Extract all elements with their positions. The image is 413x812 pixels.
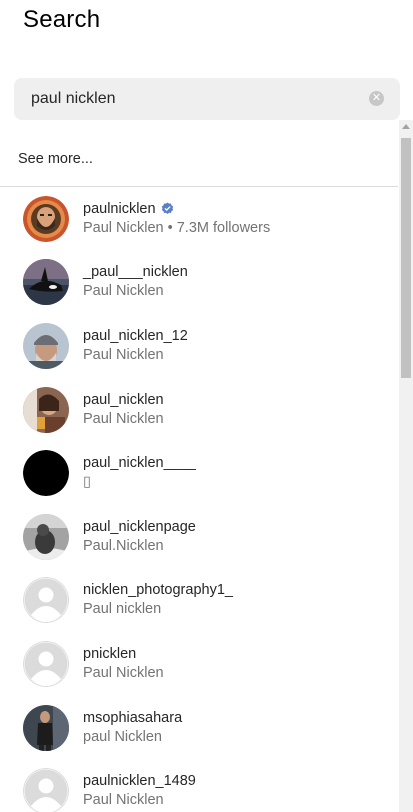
result-text: paul_nicklen_12 Paul Nicklen	[83, 327, 188, 365]
clear-search-icon[interactable]: ✕	[369, 91, 384, 106]
search-result-row[interactable]: paul_nicklen Paul Nicklen	[0, 378, 398, 442]
result-username: paul_nicklenpage	[83, 518, 196, 536]
search-result-row[interactable]: pnicklen Paul Nicklen	[0, 632, 398, 696]
avatar[interactable]	[23, 577, 69, 624]
username-label: nicklen_photography1_	[83, 582, 233, 599]
result-text: paulnicklen_1489 Paul Nicklen	[83, 772, 196, 810]
scroll-thumb[interactable]	[401, 138, 411, 378]
result-text: msophiasahara paul Nicklen	[83, 709, 182, 747]
username-label: paulnicklen	[83, 200, 156, 217]
result-text: paulnicklen Paul Nicklen • 7.3M followers	[83, 200, 270, 238]
result-subtitle: Paul Nicklen	[83, 283, 164, 300]
username-label: paul_nicklen	[83, 391, 164, 408]
result-subtitle: paul Nicklen	[83, 728, 162, 745]
avatar[interactable]	[23, 386, 69, 433]
page-title: Search	[23, 6, 101, 33]
avatar[interactable]	[23, 704, 69, 751]
search-result-row[interactable]: paul_nicklen____ ▯	[0, 441, 398, 505]
result-username: paul_nicklen_12	[83, 327, 188, 345]
result-text: paul_nicklen Paul Nicklen	[83, 391, 164, 429]
result-username: pnicklen	[83, 645, 164, 663]
search-result-row[interactable]: paulnicklen_1489 Paul Nicklen	[0, 759, 398, 812]
avatar[interactable]	[23, 322, 69, 369]
avatar[interactable]	[23, 450, 69, 497]
result-subtitle: Paul Nicklen • 7.3M followers	[83, 219, 271, 236]
username-label: paulnicklen_1489	[83, 773, 196, 790]
avatar[interactable]	[23, 768, 69, 812]
result-list: paulnicklen Paul Nicklen • 7.3M followers…	[0, 187, 398, 812]
avatar[interactable]	[23, 195, 69, 242]
search-box[interactable]: ✕	[14, 78, 400, 120]
username-label: pnicklen	[83, 645, 137, 662]
result-text: pnicklen Paul Nicklen	[83, 645, 164, 683]
search-results-panel: See more... paulnicklen Paul Nicklen • 7.…	[0, 120, 398, 812]
avatar[interactable]	[23, 640, 69, 687]
scroll-up-arrow-icon[interactable]	[402, 124, 410, 129]
search-result-row[interactable]: paul_nicklenpage Paul.Nicklen	[0, 505, 398, 569]
result-subtitle: Paul.Nicklen	[83, 537, 164, 554]
username-label: msophiasahara	[83, 709, 183, 726]
search-result-row[interactable]: paulnicklen Paul Nicklen • 7.3M followers	[0, 187, 398, 251]
result-username: _paul___nicklen	[83, 263, 188, 281]
username-label: paul_nicklen____	[83, 455, 196, 472]
result-text: _paul___nicklen Paul Nicklen	[83, 263, 188, 301]
result-username: paulnicklen	[83, 200, 270, 218]
username-label: paul_nicklen_12	[83, 327, 188, 344]
username-label: paul_nicklenpage	[83, 518, 196, 535]
search-result-row[interactable]: msophiasahara paul Nicklen	[0, 696, 398, 760]
search-result-row[interactable]: nicklen_photography1_ Paul nicklen	[0, 569, 398, 633]
result-subtitle: ▯	[83, 474, 91, 491]
avatar[interactable]	[23, 513, 69, 560]
result-subtitle: Paul nicklen	[83, 601, 162, 618]
search-result-row[interactable]: paul_nicklen_12 Paul Nicklen	[0, 314, 398, 378]
avatar[interactable]	[23, 259, 69, 306]
result-text: paul_nicklenpage Paul.Nicklen	[83, 518, 196, 556]
result-username: paul_nicklen____	[83, 454, 196, 472]
result-subtitle: Paul Nicklen	[83, 664, 164, 681]
result-subtitle: Paul Nicklen	[83, 410, 164, 427]
result-text: nicklen_photography1_ Paul nicklen	[83, 581, 233, 619]
result-username: paulnicklen_1489	[83, 772, 196, 790]
result-username: nicklen_photography1_	[83, 581, 233, 599]
search-input[interactable]	[31, 90, 351, 108]
see-more-link[interactable]: See more...	[18, 151, 93, 167]
result-subtitle: Paul Nicklen	[83, 346, 164, 363]
verified-badge-icon	[161, 202, 174, 215]
scrollbar[interactable]	[399, 120, 413, 812]
search-result-row[interactable]: _paul___nicklen Paul Nicklen	[0, 251, 398, 315]
username-label: _paul___nicklen	[83, 264, 188, 281]
result-username: msophiasahara	[83, 709, 182, 727]
result-text: paul_nicklen____ ▯	[83, 454, 196, 492]
result-subtitle: Paul Nicklen	[83, 792, 164, 809]
result-username: paul_nicklen	[83, 391, 164, 409]
